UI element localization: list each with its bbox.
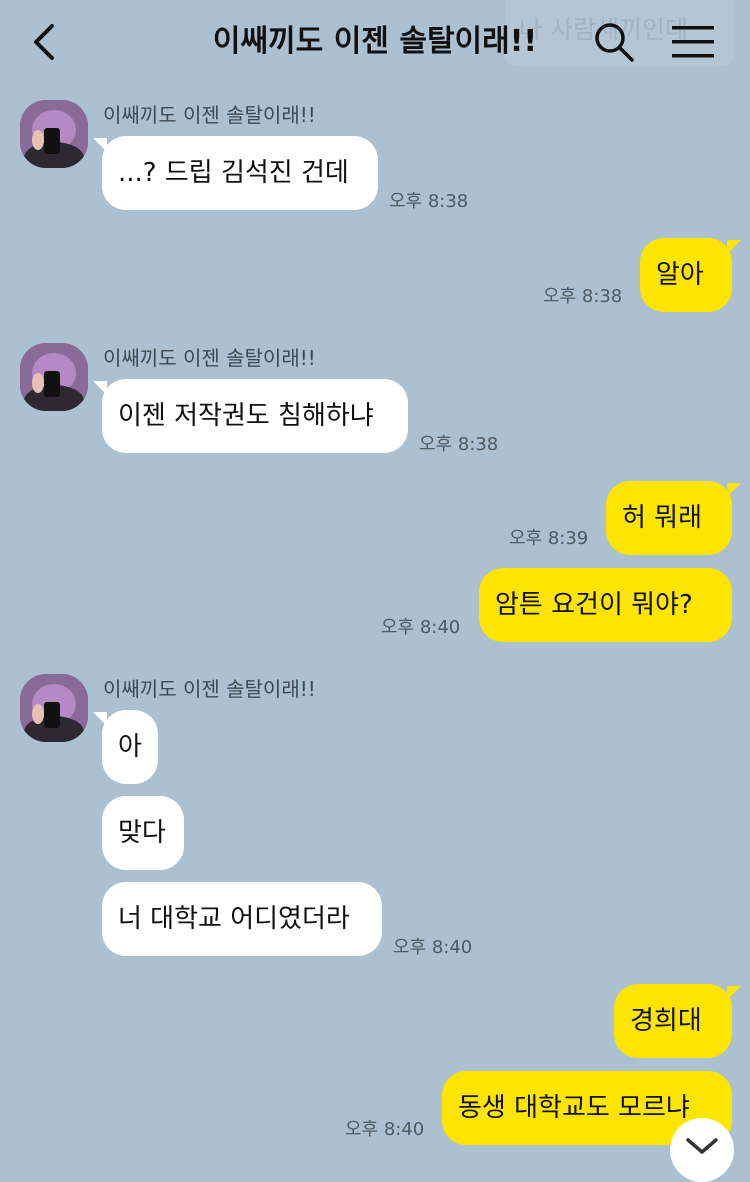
hamburger-menu-icon	[672, 26, 714, 58]
profile-photo	[20, 343, 88, 411]
chevron-left-icon	[34, 24, 54, 60]
message-time: 오후 8:40	[345, 1119, 425, 1140]
incoming-message-bubble[interactable]: 아	[93, 710, 158, 784]
chevron-down-icon	[686, 1138, 718, 1154]
outgoing-message-bubble[interactable]: 허 뭐래	[606, 481, 741, 555]
incoming-message-bubble[interactable]: 이젠 저작권도 침해하냐	[93, 379, 408, 453]
message-time: 오후 8:39	[509, 528, 589, 549]
profile-photo	[20, 674, 88, 742]
search-button[interactable]	[592, 20, 636, 64]
message-time: 오후 8:38	[419, 434, 499, 455]
search-icon	[595, 23, 634, 62]
incoming-message-bubble[interactable]: ...? 드립 김석진 건데	[93, 136, 378, 210]
sender-name: 이쌔끼도 이젠 솔탈이래!!	[103, 346, 316, 370]
profile-photo	[20, 100, 88, 168]
chat-title: 이쌔끼도 이젠 솔탈이래!!	[212, 24, 538, 59]
message-time: 오후 8:38	[389, 191, 469, 212]
scroll-to-bottom-button[interactable]	[670, 1118, 734, 1182]
outgoing-message-bubble[interactable]: 암튼 요건이 뭐야?	[479, 568, 732, 642]
menu-button[interactable]	[668, 22, 718, 62]
sender-name: 이쌔끼도 이젠 솔탈이래!!	[103, 677, 316, 701]
back-button[interactable]	[26, 20, 66, 64]
message-time: 오후 8:40	[393, 937, 473, 958]
avatar[interactable]	[20, 343, 88, 411]
incoming-message-bubble[interactable]: 너 대학교 어디였더라	[102, 882, 382, 956]
avatar[interactable]	[20, 100, 88, 168]
sender-name: 이쌔끼도 이젠 솔탈이래!!	[103, 103, 316, 127]
chat-header: 나 사람새끼인데 이쌔끼도 이젠 솔탈이래!!	[0, 0, 750, 86]
outgoing-message-bubble[interactable]: 경희대	[614, 984, 741, 1058]
message-time: 오후 8:40	[381, 617, 461, 638]
message-time: 오후 8:38	[543, 286, 623, 307]
avatar[interactable]	[20, 674, 88, 742]
incoming-message-bubble[interactable]: 맞다	[102, 796, 184, 870]
outgoing-message-bubble[interactable]: 알아	[640, 238, 741, 312]
